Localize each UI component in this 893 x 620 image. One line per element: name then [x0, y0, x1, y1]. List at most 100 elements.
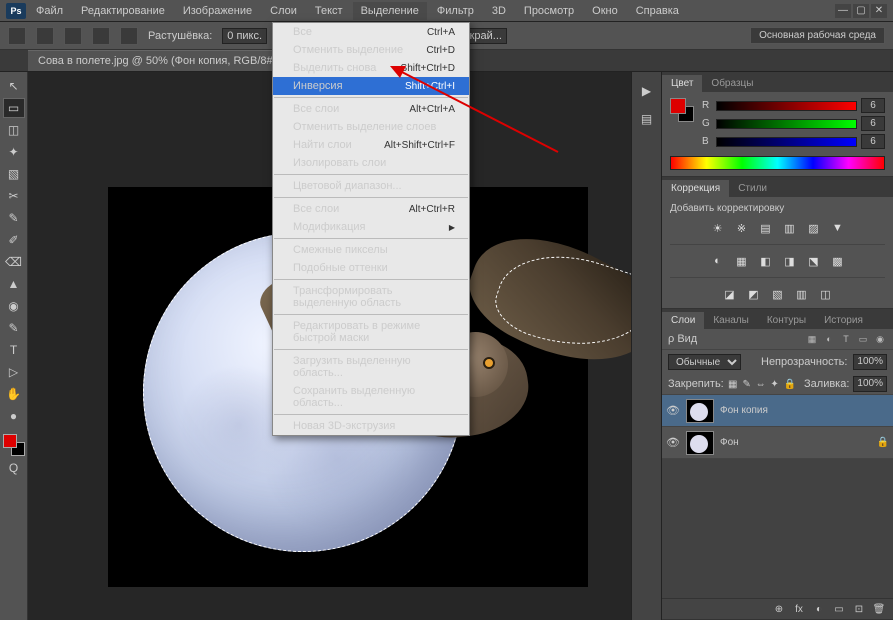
layer-row[interactable]: 👁 Фон копия: [662, 395, 893, 427]
menu-item[interactable]: Найти слоиAlt+Shift+Ctrl+F: [273, 136, 469, 154]
magic-wand-tool[interactable]: ✦: [3, 142, 25, 162]
menu-filter[interactable]: Фильтр: [429, 2, 482, 20]
move-tool[interactable]: ↖: [3, 76, 25, 96]
layer-name[interactable]: Фон копия: [720, 405, 768, 416]
menu-item[interactable]: Редактировать в режиме быстрой маски: [273, 317, 469, 347]
b-value[interactable]: 6: [861, 134, 885, 149]
feather-input[interactable]: 0 пикс.: [222, 28, 267, 44]
path-tool[interactable]: ▷: [3, 362, 25, 382]
minimize-icon[interactable]: —: [835, 4, 851, 18]
menu-text[interactable]: Текст: [307, 2, 351, 20]
menu-select[interactable]: Выделение: [353, 2, 427, 20]
pencil-tool[interactable]: ✐: [3, 230, 25, 250]
selection-mode-sub-icon[interactable]: [92, 27, 110, 45]
tab-layers[interactable]: Слои: [662, 312, 704, 329]
new-layer-icon[interactable]: ⊡: [851, 602, 867, 616]
histogram-icon[interactable]: ▤: [638, 110, 656, 128]
adj-photo-filter-icon[interactable]: ▦: [733, 253, 751, 269]
link-layers-icon[interactable]: ⊕: [771, 602, 787, 616]
menu-item[interactable]: ВсеCtrl+A: [273, 23, 469, 41]
r-value[interactable]: 6: [861, 98, 885, 113]
selection-mode-new-icon[interactable]: [36, 27, 54, 45]
b-slider[interactable]: [716, 137, 857, 147]
g-value[interactable]: 6: [861, 116, 885, 131]
tab-history[interactable]: История: [815, 312, 872, 329]
menu-item[interactable]: Трансформировать выделенную область: [273, 282, 469, 312]
adj-icon[interactable]: ◫: [817, 286, 835, 302]
close-icon[interactable]: ✕: [871, 4, 887, 18]
adj-color-lookup-icon[interactable]: ◨: [781, 253, 799, 269]
tab-paths[interactable]: Контуры: [758, 312, 815, 329]
adj-threshold-icon[interactable]: ◪: [721, 286, 739, 302]
foreground-color[interactable]: [3, 434, 17, 448]
adj-selective-icon[interactable]: ▧: [769, 286, 787, 302]
hand-tool[interactable]: ✋: [3, 384, 25, 404]
adj-icon[interactable]: ▥: [793, 286, 811, 302]
lasso-tool[interactable]: ◫: [3, 120, 25, 140]
crop-tool[interactable]: ▧: [3, 164, 25, 184]
layer-filter-kind[interactable]: ρ Вид: [668, 333, 697, 345]
menu-help[interactable]: Справка: [628, 2, 687, 20]
menu-item[interactable]: Изолировать слои: [273, 154, 469, 172]
adj-gradient-map-icon[interactable]: ◩: [745, 286, 763, 302]
filter-adj-icon[interactable]: ◐: [822, 332, 836, 346]
new-adj-icon[interactable]: ▭: [831, 602, 847, 616]
menu-item[interactable]: Подобные оттенки: [273, 259, 469, 277]
menu-item[interactable]: Сохранить выделенную область...: [273, 382, 469, 412]
document-tab[interactable]: Сова в полете.jpg @ 50% (Фон копия, RGB/…: [28, 50, 305, 71]
adj-levels-icon[interactable]: ※: [733, 220, 751, 236]
adj-vibrance-icon[interactable]: ▨: [805, 220, 823, 236]
menu-image[interactable]: Изображение: [175, 2, 260, 20]
layer-mask-icon[interactable]: ◐: [811, 602, 827, 616]
gradient-tool[interactable]: ▲: [3, 274, 25, 294]
lock-artboard-icon[interactable]: ✦: [770, 377, 780, 391]
g-slider[interactable]: [716, 119, 857, 129]
layer-name[interactable]: Фон: [720, 437, 739, 448]
menu-window[interactable]: Окно: [584, 2, 626, 20]
adj-bw-icon[interactable]: ◐: [709, 253, 727, 269]
menu-layers[interactable]: Слои: [262, 2, 305, 20]
selection-mode-int-icon[interactable]: [120, 27, 138, 45]
maximize-icon[interactable]: ▢: [853, 4, 869, 18]
menu-item[interactable]: Все слоиAlt+Ctrl+R: [273, 200, 469, 218]
filter-shape-icon[interactable]: ▭: [856, 332, 870, 346]
eyedropper-tool[interactable]: ✂: [3, 186, 25, 206]
layer-thumbnail[interactable]: [686, 431, 714, 455]
tab-styles[interactable]: Стили: [729, 180, 776, 197]
play-icon[interactable]: ▶: [638, 82, 656, 100]
adj-posterize-icon[interactable]: ▩: [829, 253, 847, 269]
menu-3d[interactable]: 3D: [484, 2, 514, 20]
menu-view[interactable]: Просмотр: [516, 2, 582, 20]
tab-color[interactable]: Цвет: [662, 75, 702, 92]
adj-channel-mixer-icon[interactable]: ◧: [757, 253, 775, 269]
tab-adjustments[interactable]: Коррекция: [662, 180, 729, 197]
visibility-icon[interactable]: 👁: [666, 436, 680, 449]
lock-all-icon[interactable]: 🔒: [784, 377, 796, 391]
adj-curves-icon[interactable]: ▤: [757, 220, 775, 236]
type-tool[interactable]: T: [3, 340, 25, 360]
layer-row[interactable]: 👁 Фон 🔒: [662, 427, 893, 459]
visibility-icon[interactable]: 👁: [666, 404, 680, 417]
menu-item[interactable]: Новая 3D-экструзия: [273, 417, 469, 435]
zoom-tool[interactable]: ●: [3, 406, 25, 426]
layer-thumbnail[interactable]: [686, 399, 714, 423]
adj-brightness-icon[interactable]: ☀: [709, 220, 727, 236]
tab-channels[interactable]: Каналы: [704, 312, 758, 329]
blend-mode-select[interactable]: Обычные: [668, 354, 741, 370]
opacity-input[interactable]: 100%: [853, 354, 887, 370]
adj-invert-icon[interactable]: ⬔: [805, 253, 823, 269]
menu-item[interactable]: ИнверсияShift+Ctrl+I: [273, 77, 469, 95]
selection-mode-add-icon[interactable]: [64, 27, 82, 45]
quickmask-tool[interactable]: Q: [3, 458, 25, 478]
menu-edit[interactable]: Редактирование: [73, 2, 173, 20]
layer-fx-icon[interactable]: fx: [791, 602, 807, 616]
blur-tool[interactable]: ◉: [3, 296, 25, 316]
color-swatches[interactable]: [3, 434, 25, 456]
eraser-tool[interactable]: ⌫: [3, 252, 25, 272]
adj-exposure-icon[interactable]: ▥: [781, 220, 799, 236]
delete-layer-icon[interactable]: 🗑: [871, 602, 887, 616]
color-preview[interactable]: [670, 98, 694, 122]
lock-image-icon[interactable]: ✎: [742, 377, 752, 391]
filter-smart-icon[interactable]: ◉: [873, 332, 887, 346]
filter-pixel-icon[interactable]: ▦: [805, 332, 819, 346]
